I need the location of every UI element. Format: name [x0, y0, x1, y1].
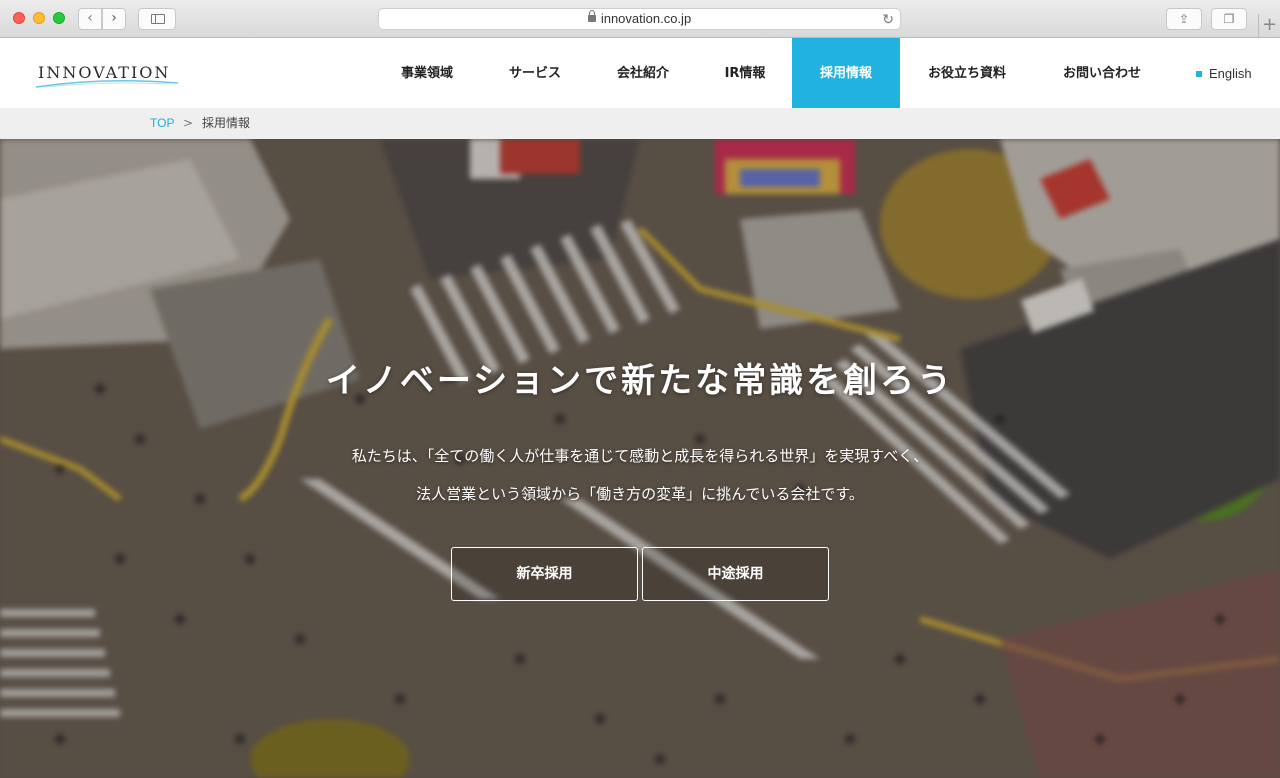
lock-icon	[587, 10, 596, 22]
chevron-right-icon: ›	[111, 10, 117, 26]
new-graduate-recruit-button[interactable]: 新卒採用	[451, 547, 638, 601]
hero-title: イノベーションで新たな常識を創ろう	[325, 361, 955, 401]
sidebar-toggle-button[interactable]	[138, 8, 176, 30]
show-tabs-button[interactable]: ❐	[1211, 8, 1247, 30]
reload-icon[interactable]: ↻	[882, 9, 894, 29]
language-label: English	[1209, 66, 1252, 81]
nav-item-company[interactable]: 会社紹介	[588, 38, 698, 108]
close-window-icon[interactable]	[13, 12, 25, 24]
hero-description-line1: 私たちは、「全ての働く人が仕事を通じて感動と成長を得られる世界」を実現すべく、	[351, 447, 929, 465]
site-header: INNOVATION 事業領域 サービス 会社紹介 IR情報 採用情報 お役立ち…	[0, 38, 1280, 108]
breadcrumb-top-link[interactable]: TOP	[150, 108, 174, 139]
back-button[interactable]: ‹	[78, 8, 102, 30]
new-tab-button[interactable]: +	[1258, 14, 1280, 38]
mid-career-recruit-button[interactable]: 中途採用	[642, 547, 829, 601]
nav-item-contact[interactable]: お問い合わせ	[1034, 38, 1170, 108]
share-button[interactable]: ⇪	[1166, 8, 1202, 30]
logo-swoosh-icon	[35, 79, 179, 88]
chevron-left-icon: ‹	[87, 10, 93, 26]
breadcrumb-current: 採用情報	[202, 116, 251, 130]
address-bar[interactable]: innovation.co.jp ↻	[378, 8, 901, 30]
forward-button[interactable]: ›	[102, 8, 126, 30]
main-nav: 事業領域 サービス 会社紹介 IR情報 採用情報 お役立ち資料 お問い合わせ	[372, 38, 1170, 108]
nav-item-recruit[interactable]: 採用情報	[792, 38, 900, 108]
sidebar-icon	[151, 14, 165, 24]
breadcrumb-separator: >	[183, 116, 194, 130]
square-bullet-icon	[1196, 71, 1202, 77]
maximize-window-icon[interactable]	[53, 12, 65, 24]
site-logo[interactable]: INNOVATION	[35, 63, 179, 93]
browser-toolbar: ‹ › innovation.co.jp ↻ ⇪ ❐ +	[0, 0, 1280, 38]
nav-item-business[interactable]: 事業領域	[372, 38, 482, 108]
tabs-icon: ❐	[1223, 12, 1235, 26]
nav-item-resources[interactable]: お役立ち資料	[900, 38, 1034, 108]
share-icon: ⇪	[1178, 12, 1190, 26]
url-text: innovation.co.jp	[600, 11, 692, 26]
nav-item-ir[interactable]: IR情報	[698, 38, 792, 108]
breadcrumb: TOP > 採用情報	[0, 108, 1280, 139]
hero-description-line2: 法人営業という領域から「働き方の変革」に挑んでいる会社です。	[416, 485, 864, 503]
language-switch[interactable]: English	[1196, 38, 1252, 108]
nav-item-service[interactable]: サービス	[482, 38, 588, 108]
minimize-window-icon[interactable]	[33, 12, 45, 24]
hero-section: イノベーションで新たな常識を創ろう 私たちは、「全ての働く人が仕事を通じて感動と…	[0, 139, 1280, 778]
plus-icon: +	[1261, 14, 1278, 35]
